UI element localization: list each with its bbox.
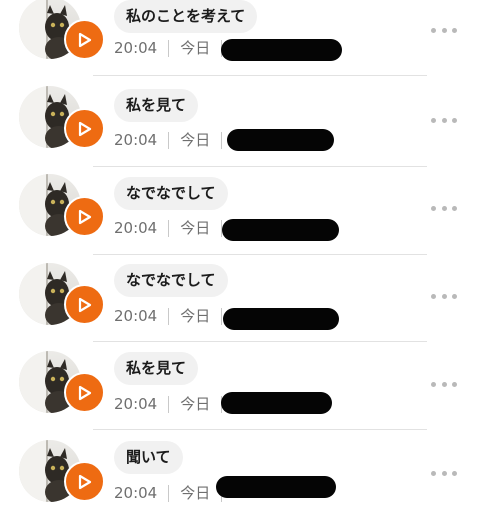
message-meta: 20:04 今日: [114, 393, 233, 415]
message-day: 今日: [180, 307, 211, 325]
message-time: 20:04: [114, 307, 158, 325]
play-icon: [78, 474, 91, 489]
more-options-button[interactable]: [431, 467, 457, 479]
message-meta: 20:04 今日: [114, 305, 233, 327]
list-item[interactable]: 聞いて 20:04 今日: [0, 440, 480, 528]
list-item[interactable]: 私を見て 20:04 今日: [0, 86, 480, 174]
meta-separator: [168, 308, 170, 325]
redacted-block: [227, 129, 334, 151]
divider: [93, 254, 427, 255]
divider: [93, 75, 427, 76]
play-icon: [78, 121, 91, 136]
play-button[interactable]: [64, 461, 105, 502]
meta-separator: [168, 220, 170, 237]
redacted-block: [221, 39, 342, 61]
more-options-button[interactable]: [431, 114, 457, 126]
play-icon: [78, 385, 91, 400]
more-options-button[interactable]: [431, 290, 457, 302]
list-item[interactable]: 私のことを考えて 20:04 今日: [0, 0, 480, 85]
message-title[interactable]: 私のことを考えて: [114, 0, 258, 33]
meta-separator: [221, 308, 223, 325]
list-item[interactable]: なでなでして 20:04 今日: [0, 263, 480, 351]
more-options-button[interactable]: [431, 202, 457, 214]
more-dots-icon: [431, 205, 436, 211]
message-title[interactable]: なでなでして: [114, 264, 228, 297]
message-time: 20:04: [114, 219, 158, 237]
play-button[interactable]: [64, 284, 105, 325]
more-options-button[interactable]: [431, 24, 457, 36]
message-title[interactable]: 私を見て: [114, 352, 199, 385]
divider: [93, 341, 427, 342]
play-button[interactable]: [64, 372, 105, 413]
divider: [93, 429, 427, 430]
more-options-button[interactable]: [431, 378, 457, 390]
redacted-block: [221, 392, 332, 414]
message-meta: 20:04 今日: [114, 217, 233, 239]
redacted-block: [222, 219, 339, 241]
message-title[interactable]: なでなでして: [114, 177, 228, 210]
message-day: 今日: [180, 219, 211, 237]
message-time: 20:04: [114, 39, 158, 57]
message-day: 今日: [180, 131, 211, 149]
play-icon: [78, 297, 91, 312]
divider: [93, 166, 427, 167]
more-dots-icon: [431, 381, 436, 387]
message-time: 20:04: [114, 395, 158, 413]
play-icon: [78, 209, 91, 224]
more-dots-icon: [431, 470, 436, 476]
play-icon: [78, 32, 91, 47]
list-item[interactable]: なでなでして 20:04 今日: [0, 174, 480, 262]
meta-separator: [168, 396, 170, 413]
meta-separator: [168, 485, 170, 502]
message-day: 今日: [180, 395, 211, 413]
message-time: 20:04: [114, 484, 158, 502]
message-meta: 20:04 今日: [114, 37, 233, 59]
meta-separator: [168, 132, 170, 149]
list-item[interactable]: 私を見て 20:04 今日: [0, 351, 480, 439]
more-dots-icon: [431, 117, 436, 123]
more-dots-icon: [431, 27, 436, 33]
play-button[interactable]: [64, 108, 105, 149]
redacted-block: [216, 476, 336, 498]
message-title[interactable]: 聞いて: [114, 441, 183, 474]
message-meta: 20:04 今日: [114, 129, 233, 151]
redacted-block: [223, 308, 339, 330]
message-day: 今日: [180, 39, 211, 57]
play-button[interactable]: [64, 19, 105, 60]
more-dots-icon: [431, 293, 436, 299]
meta-separator: [168, 40, 170, 57]
message-time: 20:04: [114, 131, 158, 149]
message-day: 今日: [180, 484, 211, 502]
meta-separator: [221, 132, 223, 149]
message-title[interactable]: 私を見て: [114, 89, 199, 122]
play-button[interactable]: [64, 196, 105, 237]
